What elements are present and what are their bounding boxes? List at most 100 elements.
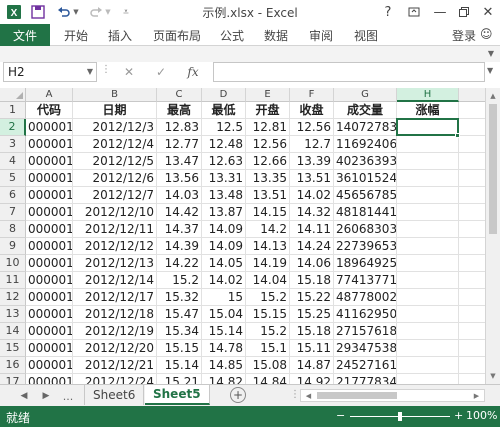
- row-header-8[interactable]: 8: [0, 221, 26, 238]
- expand-ribbon-icon[interactable]: ▼: [488, 49, 494, 58]
- cell-e11[interactable]: 14.04: [246, 272, 290, 289]
- scroll-right-icon[interactable]: ▶: [470, 390, 483, 401]
- cell-g12[interactable]: 48778002: [334, 289, 397, 306]
- cell-c9[interactable]: 14.39: [157, 238, 202, 255]
- next-sheet-icon[interactable]: ▶: [38, 388, 54, 404]
- vertical-scrollbar[interactable]: ▲ ▼: [485, 88, 500, 384]
- tab-insert[interactable]: 插入: [108, 27, 132, 44]
- cell-g9[interactable]: 22739653: [334, 238, 397, 255]
- cell-b5[interactable]: 2012/12/6: [73, 170, 157, 187]
- tab-formulas[interactable]: 公式: [220, 27, 244, 44]
- cell-g17[interactable]: 21777834: [334, 374, 397, 384]
- close-icon[interactable]: ✕: [474, 0, 500, 24]
- cell-a3[interactable]: 000001: [26, 136, 73, 153]
- cell-d8[interactable]: 14.09: [202, 221, 246, 238]
- cell-h3[interactable]: [397, 136, 459, 153]
- cell-b10[interactable]: 2012/12/13: [73, 255, 157, 272]
- column-header-b[interactable]: B: [73, 88, 157, 102]
- cell-e7[interactable]: 14.15: [246, 204, 290, 221]
- column-header-a[interactable]: A: [26, 88, 73, 102]
- cell-g2[interactable]: 14072783: [334, 119, 397, 136]
- cell-d12[interactable]: 15: [202, 289, 246, 306]
- help-icon[interactable]: ?: [374, 0, 402, 24]
- cell-h7[interactable]: [397, 204, 459, 221]
- cell-g16[interactable]: 24527161: [334, 357, 397, 374]
- ribbon-display-options-icon[interactable]: [400, 0, 428, 24]
- cell-a10[interactable]: 000001: [26, 255, 73, 272]
- row-header-5[interactable]: 5: [0, 170, 26, 187]
- cell-a13[interactable]: 000001: [26, 306, 73, 323]
- cell-g7[interactable]: 48181441: [334, 204, 397, 221]
- insert-function-button[interactable]: fx: [182, 63, 204, 81]
- cell-c14[interactable]: 15.34: [157, 323, 202, 340]
- cell-f8[interactable]: 14.11: [290, 221, 334, 238]
- cell-g5[interactable]: 36101524: [334, 170, 397, 187]
- cell-b3[interactable]: 2012/12/4: [73, 136, 157, 153]
- tab-home[interactable]: 开始: [64, 27, 88, 44]
- zoom-control[interactable]: − + 100%: [336, 409, 497, 425]
- cell-a9[interactable]: 000001: [26, 238, 73, 255]
- previous-sheet-icon[interactable]: ◀: [16, 388, 32, 404]
- zoom-in-icon[interactable]: +: [454, 409, 463, 422]
- row-header-6[interactable]: 6: [0, 187, 26, 204]
- cell-b7[interactable]: 2012/12/10: [73, 204, 157, 221]
- column-header-e[interactable]: E: [246, 88, 290, 102]
- cell-c12[interactable]: 15.32: [157, 289, 202, 306]
- worksheet-grid[interactable]: A B C D E F G H 1 代码 日期 最高 最低 开盘 收盘 成交量 涨幅 2 000001 2012/12…: [0, 88, 500, 384]
- column-header-g[interactable]: G: [334, 88, 397, 102]
- cell-a11[interactable]: 000001: [26, 272, 73, 289]
- cell-f11[interactable]: 15.18: [290, 272, 334, 289]
- row-header-17[interactable]: 17: [0, 374, 26, 384]
- cell-c11[interactable]: 15.2: [157, 272, 202, 289]
- cell-h12[interactable]: [397, 289, 459, 306]
- cell-h16[interactable]: [397, 357, 459, 374]
- cell-b14[interactable]: 2012/12/19: [73, 323, 157, 340]
- cell-h4[interactable]: [397, 153, 459, 170]
- cell-b13[interactable]: 2012/12/18: [73, 306, 157, 323]
- cell-b9[interactable]: 2012/12/12: [73, 238, 157, 255]
- row-header-10[interactable]: 10: [0, 255, 26, 272]
- cell-d16[interactable]: 14.85: [202, 357, 246, 374]
- row-header-11[interactable]: 11: [0, 272, 26, 289]
- expand-formula-bar-icon[interactable]: ▼: [487, 66, 493, 75]
- zoom-slider-handle[interactable]: [398, 412, 402, 421]
- user-icon[interactable]: ☺: [480, 27, 493, 41]
- cell-c7[interactable]: 14.42: [157, 204, 202, 221]
- cell-a4[interactable]: 000001: [26, 153, 73, 170]
- tab-data[interactable]: 数据: [264, 27, 288, 44]
- cell-d11[interactable]: 14.02: [202, 272, 246, 289]
- cell-a1[interactable]: 代码: [26, 102, 73, 119]
- cell-b8[interactable]: 2012/12/11: [73, 221, 157, 238]
- cell-f1[interactable]: 收盘: [290, 102, 334, 119]
- cell-b11[interactable]: 2012/12/14: [73, 272, 157, 289]
- cell-f7[interactable]: 14.32: [290, 204, 334, 221]
- cell-c16[interactable]: 15.14: [157, 357, 202, 374]
- cell-f5[interactable]: 13.51: [290, 170, 334, 187]
- formula-input[interactable]: [213, 62, 485, 82]
- cell-c17[interactable]: 15.21: [157, 374, 202, 384]
- cell-a2[interactable]: 000001: [26, 119, 73, 136]
- cell-c5[interactable]: 13.56: [157, 170, 202, 187]
- cell-a17[interactable]: 000001: [26, 374, 73, 384]
- cell-e1[interactable]: 开盘: [246, 102, 290, 119]
- cell-h13[interactable]: [397, 306, 459, 323]
- cell-f2[interactable]: 12.56: [290, 119, 334, 136]
- cell-f3[interactable]: 12.7: [290, 136, 334, 153]
- cell-a7[interactable]: 000001: [26, 204, 73, 221]
- cell-g10[interactable]: 18964925: [334, 255, 397, 272]
- zoom-out-icon[interactable]: −: [336, 409, 345, 422]
- cell-a6[interactable]: 000001: [26, 187, 73, 204]
- cell-g8[interactable]: 26068303: [334, 221, 397, 238]
- cell-d17[interactable]: 14.82: [202, 374, 246, 384]
- cell-e16[interactable]: 15.08: [246, 357, 290, 374]
- cell-f14[interactable]: 15.18: [290, 323, 334, 340]
- cell-d4[interactable]: 12.63: [202, 153, 246, 170]
- sign-in-link[interactable]: 登录: [452, 27, 476, 44]
- column-header-h[interactable]: H: [397, 88, 459, 102]
- cell-f12[interactable]: 15.22: [290, 289, 334, 306]
- cell-d1[interactable]: 最低: [202, 102, 246, 119]
- cell-b15[interactable]: 2012/12/20: [73, 340, 157, 357]
- cell-c6[interactable]: 14.03: [157, 187, 202, 204]
- row-header-4[interactable]: 4: [0, 153, 26, 170]
- cell-e3[interactable]: 12.56: [246, 136, 290, 153]
